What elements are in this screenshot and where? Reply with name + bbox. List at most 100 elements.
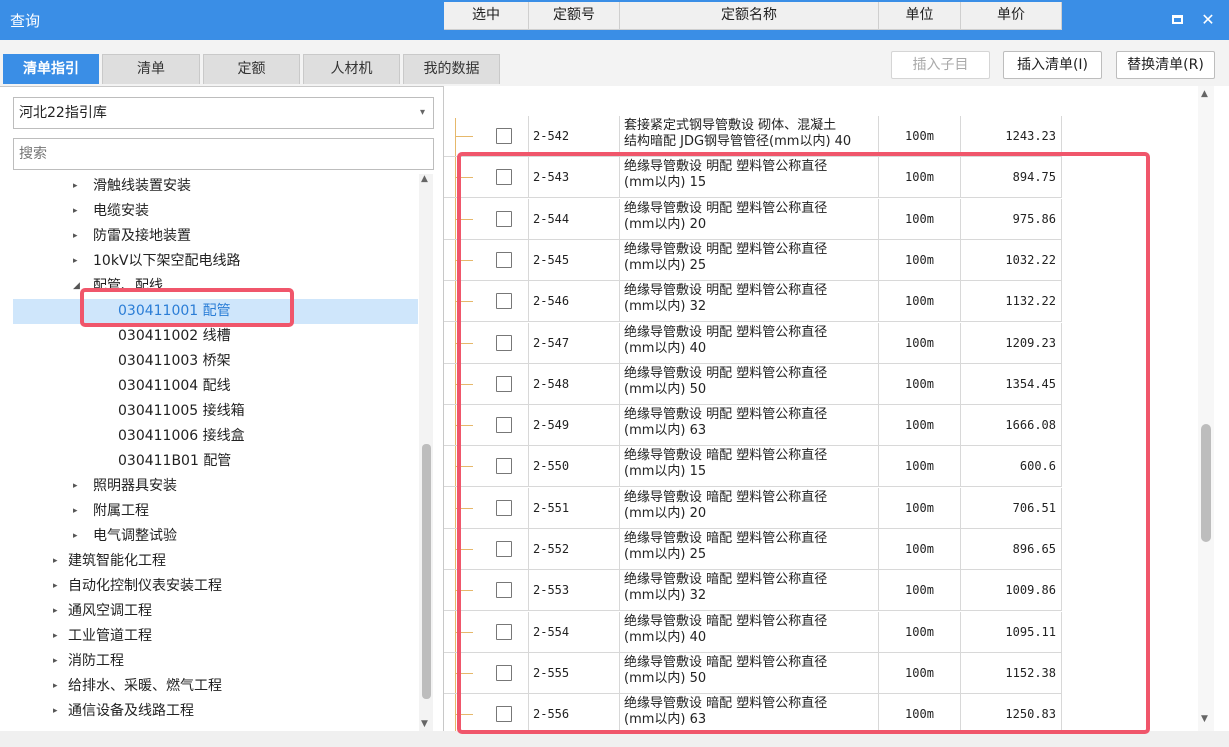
tree-scrollbar[interactable]: ▲ ▼ [419,174,433,734]
tree-node[interactable]: 030411006 接线盒 [13,424,418,449]
collapsed-arrow-icon[interactable]: ▸ [73,224,78,249]
table-row[interactable]: 2-542 套接紧定式钢导管敷设 砌体、混凝土 结构暗配 JDG钢导管管径(mm以… [444,116,1062,157]
tree-node[interactable]: 030411003 桥架 [13,349,418,374]
table-row[interactable]: 2-543 绝缘导管敷设 明配 塑料管公称直径 (mm以内) 15 100m 894.… [444,157,1062,198]
restore-icon[interactable] [1166,9,1188,31]
quota-code-cell: 2-550 [529,446,620,487]
table-row[interactable]: 2-547 绝缘导管敷设 明配 塑料管公称直径 (mm以内) 40 100m 1209… [444,323,1062,364]
collapsed-arrow-icon[interactable]: ▸ [73,249,78,274]
row-checkbox[interactable] [496,417,512,433]
tree-node[interactable]: ▸ 自动化控制仪表安装工程 [13,574,418,599]
table-row[interactable]: 2-554 绝缘导管敷设 暗配 塑料管公称直径 (mm以内) 40 100m 1095… [444,612,1062,653]
collapsed-arrow-icon[interactable]: ▸ [53,624,58,649]
expanded-arrow-icon[interactable]: ◢ [73,274,80,299]
tree-node[interactable]: ◢ 配管、配线 [13,274,418,299]
tab-quota[interactable]: 定额 [203,54,300,84]
collapsed-arrow-icon[interactable]: ▸ [73,499,78,524]
scroll-up-icon[interactable]: ▲ [421,174,428,184]
price-cell: 1152.38 [961,653,1062,694]
collapsed-arrow-icon[interactable]: ▸ [53,599,58,624]
row-checkbox[interactable] [496,706,512,722]
tree-node[interactable]: 030411004 配线 [13,374,418,399]
row-checkbox[interactable] [496,541,512,557]
tree-node[interactable]: ▸ 附属工程 [13,499,418,524]
quota-name-cell: 绝缘导管敷设 暗配 塑料管公称直径 (mm以内) 50 [620,653,879,694]
quota-name-cell: 绝缘导管敷设 暗配 塑料管公称直径 (mm以内) 20 [620,488,879,529]
tree-node[interactable]: 030411001 配管 [13,299,418,324]
unit-cell: 100m [879,570,961,611]
column-header-selected: 选中 [444,2,529,30]
row-checkbox[interactable] [496,169,512,185]
collapsed-arrow-icon[interactable]: ▸ [53,574,58,599]
tree-node[interactable]: 030411005 接线箱 [13,399,418,424]
table-row[interactable]: 2-546 绝缘导管敷设 明配 塑料管公称直径 (mm以内) 32 100m 1132… [444,281,1062,322]
table-row[interactable]: 2-552 绝缘导管敷设 暗配 塑料管公称直径 (mm以内) 25 100m 896.… [444,529,1062,570]
tree-node[interactable]: 030411002 线槽 [13,324,418,349]
table-row[interactable]: 2-544 绝缘导管敷设 明配 塑料管公称直径 (mm以内) 20 100m 975.… [444,199,1062,240]
collapsed-arrow-icon[interactable]: ▸ [53,699,58,724]
tree-node[interactable]: ▸ 给排水、采暖、燃气工程 [13,674,418,699]
quota-code-cell: 2-556 [529,694,620,735]
table-row[interactable]: 2-548 绝缘导管敷设 明配 塑料管公称直径 (mm以内) 50 100m 1354… [444,364,1062,405]
scroll-down-icon[interactable]: ▼ [421,719,428,729]
price-cell: 894.75 [961,157,1062,198]
tree-node-label: 防雷及接地装置 [93,228,191,244]
collapsed-arrow-icon[interactable]: ▸ [73,174,78,199]
tree-node[interactable]: ▸ 通风空调工程 [13,599,418,624]
table-row[interactable]: 2-550 绝缘导管敷设 暗配 塑料管公称直径 (mm以内) 15 100m 600.… [444,446,1062,487]
tree-node[interactable]: ▸ 建筑智能化工程 [13,549,418,574]
tree-node[interactable]: ▸ 滑触线装置安装 [13,174,418,199]
tab-list[interactable]: 清单 [102,54,200,84]
table-row[interactable]: 2-555 绝缘导管敷设 暗配 塑料管公称直径 (mm以内) 50 100m 1152… [444,653,1062,694]
row-checkbox[interactable] [496,293,512,309]
table-row[interactable]: 2-551 绝缘导管敷设 暗配 塑料管公称直径 (mm以内) 20 100m 706.… [444,488,1062,529]
tree-node-label: 通信设备及线路工程 [68,703,194,719]
collapsed-arrow-icon[interactable]: ▸ [73,524,78,549]
table-scrollbar[interactable]: ▲ ▼ [1198,86,1214,731]
search-input[interactable] [13,138,434,170]
collapsed-arrow-icon[interactable]: ▸ [53,649,58,674]
tab-list-guide[interactable]: 清单指引 [3,54,99,84]
tree-connector-stub [455,590,473,591]
scroll-up-icon[interactable]: ▲ [1201,89,1208,99]
collapsed-arrow-icon[interactable]: ▸ [73,199,78,224]
tree-node-label: 给排水、采暖、燃气工程 [68,678,222,694]
collapsed-arrow-icon[interactable]: ▸ [53,549,58,574]
table-row[interactable]: 2-549 绝缘导管敷设 明配 塑料管公称直径 (mm以内) 63 100m 1666… [444,405,1062,446]
tree-node[interactable]: 030411B01 配管 [13,449,418,474]
insert-child-button[interactable]: 插入子目 [891,51,990,79]
tree-node[interactable]: ▸ 电缆安装 [13,199,418,224]
tree-node[interactable]: ▸ 消防工程 [13,649,418,674]
row-checkbox[interactable] [496,458,512,474]
insert-list-button[interactable]: 插入清单(I) [1003,51,1102,79]
tree-node[interactable]: ▸ 照明器具安装 [13,474,418,499]
collapsed-arrow-icon[interactable]: ▸ [73,474,78,499]
row-checkbox[interactable] [496,624,512,640]
tab-labor-material-machine[interactable]: 人材机 [303,54,400,84]
scrollbar-thumb[interactable] [422,444,431,699]
row-checkbox[interactable] [496,500,512,516]
replace-list-button[interactable]: 替换清单(R) [1116,51,1215,79]
tree-node[interactable]: ▸ 10kV以下架空配电线路 [13,249,418,274]
quota-code-cell: 2-545 [529,240,620,281]
tree-node[interactable]: ▸ 防雷及接地装置 [13,224,418,249]
row-checkbox[interactable] [496,582,512,598]
row-checkbox[interactable] [496,128,512,144]
tree-node[interactable]: ▸ 电气调整试验 [13,524,418,549]
library-select[interactable]: 河北22指引库 ▾ [13,97,434,129]
row-checkbox[interactable] [496,665,512,681]
tree-node[interactable]: ▸ 通信设备及线路工程 [13,699,418,724]
scroll-down-icon[interactable]: ▼ [1201,714,1208,724]
table-row[interactable]: 2-545 绝缘导管敷设 明配 塑料管公称直径 (mm以内) 25 100m 1032… [444,240,1062,281]
scrollbar-thumb[interactable] [1201,424,1211,542]
row-checkbox[interactable] [496,252,512,268]
tab-my-data[interactable]: 我的数据 [403,54,500,84]
table-row[interactable]: 2-556 绝缘导管敷设 暗配 塑料管公称直径 (mm以内) 63 100m 1250… [444,694,1062,735]
close-icon[interactable]: ✕ [1197,9,1219,31]
table-row[interactable]: 2-553 绝缘导管敷设 暗配 塑料管公称直径 (mm以内) 32 100m 1009… [444,570,1062,611]
row-checkbox[interactable] [496,335,512,351]
collapsed-arrow-icon[interactable]: ▸ [53,674,58,699]
row-checkbox[interactable] [496,211,512,227]
row-checkbox[interactable] [496,376,512,392]
tree-node[interactable]: ▸ 工业管道工程 [13,624,418,649]
